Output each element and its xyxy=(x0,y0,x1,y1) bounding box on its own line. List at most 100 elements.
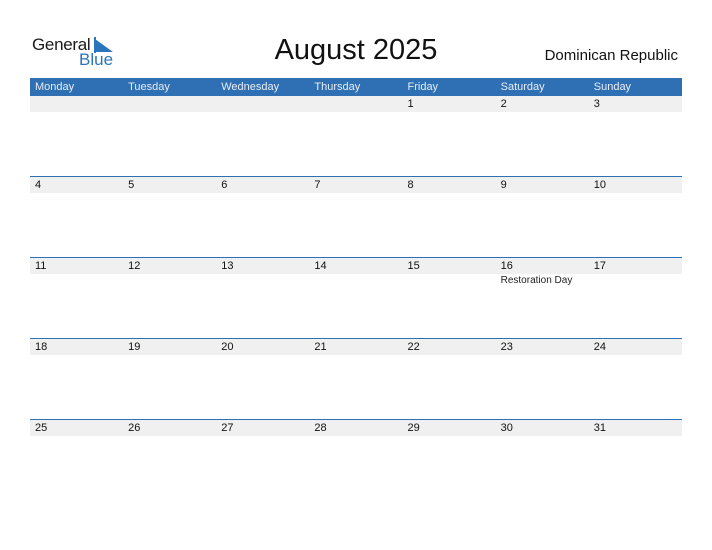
holiday-label xyxy=(30,112,123,113)
day-cell: 24 xyxy=(588,339,682,420)
holiday-label xyxy=(216,355,309,356)
week-row: 123 xyxy=(30,96,682,177)
day-number: 30 xyxy=(495,420,589,436)
day-cell: 14 xyxy=(309,258,403,339)
day-number: 17 xyxy=(588,258,682,274)
day-cell: 2 xyxy=(495,96,589,177)
day-cell: 27 xyxy=(216,420,310,501)
holiday-label xyxy=(123,112,216,113)
day-number: 31 xyxy=(588,420,682,436)
weekday-friday: Friday xyxy=(407,81,439,93)
holiday-label xyxy=(123,355,216,356)
holiday-label xyxy=(216,436,309,437)
holiday-label xyxy=(309,193,402,194)
day-number: 3 xyxy=(588,96,682,112)
day-cell: 22 xyxy=(402,339,496,420)
day-cell: 18 xyxy=(30,339,124,420)
holiday-label xyxy=(589,112,682,113)
holiday-label xyxy=(123,436,216,437)
holiday-label xyxy=(216,112,309,113)
day-number: 9 xyxy=(495,177,589,193)
day-number: 16 xyxy=(495,258,589,274)
day-cell: 17 xyxy=(588,258,682,339)
holiday-label xyxy=(216,193,309,194)
day-number: 21 xyxy=(309,339,403,355)
day-number: 22 xyxy=(402,339,496,355)
day-cell: 15 xyxy=(402,258,496,339)
holiday-label xyxy=(30,193,123,194)
holiday-label xyxy=(496,436,589,437)
day-number: 23 xyxy=(495,339,589,355)
day-cell xyxy=(123,96,217,177)
day-cell: 29 xyxy=(402,420,496,501)
holiday-label xyxy=(30,355,123,356)
week-row: 4 5 6 7 8 9 10 xyxy=(30,176,682,258)
holiday-label: Restoration Day xyxy=(500,275,573,286)
day-cell: 6 xyxy=(216,177,310,258)
holiday-label xyxy=(589,436,682,437)
day-cell: 13 xyxy=(216,258,310,339)
day-cell: 26 xyxy=(123,420,217,501)
holiday-label xyxy=(309,436,402,437)
day-cell: 4 xyxy=(30,177,124,258)
day-cell: 1 xyxy=(402,96,496,177)
day-number: 14 xyxy=(309,258,403,274)
day-number xyxy=(216,96,310,112)
week-row: 11 12 13 14 15 16 Restoration Day 17 xyxy=(30,257,682,339)
holiday-label xyxy=(216,274,309,275)
day-number: 20 xyxy=(216,339,310,355)
holiday-label xyxy=(123,193,216,194)
day-number: 29 xyxy=(402,420,496,436)
day-cell: 8 xyxy=(402,177,496,258)
holiday-label xyxy=(403,112,496,113)
week-row: 25 26 27 28 29 30 31 xyxy=(30,419,682,501)
day-number: 2 xyxy=(495,96,589,112)
day-number: 7 xyxy=(309,177,403,193)
day-number: 4 xyxy=(30,177,124,193)
day-number xyxy=(309,96,403,112)
day-number: 12 xyxy=(123,258,217,274)
day-cell: 12 xyxy=(123,258,217,339)
weekday-saturday: Saturday xyxy=(500,81,545,93)
day-cell xyxy=(30,96,124,177)
holiday-label xyxy=(309,355,402,356)
day-number: 27 xyxy=(216,420,310,436)
weekday-wednesday: Wednesday xyxy=(221,81,280,93)
holiday-label xyxy=(30,274,123,275)
day-number: 6 xyxy=(216,177,310,193)
day-cell: 19 xyxy=(123,339,217,420)
day-number: 10 xyxy=(588,177,682,193)
day-cell: 16 Restoration Day xyxy=(495,258,589,339)
day-number: 8 xyxy=(402,177,496,193)
day-cell: 3 xyxy=(588,96,682,177)
weekday-header: Monday Tuesday Wednesday Thursday Friday… xyxy=(30,78,682,96)
day-cell: 30 xyxy=(495,420,589,501)
day-number: 13 xyxy=(216,258,310,274)
holiday-label xyxy=(403,193,496,194)
day-cell xyxy=(309,96,403,177)
holiday-label xyxy=(309,112,402,113)
day-cell: 20 xyxy=(216,339,310,420)
weekday-monday: Monday xyxy=(35,81,75,93)
holiday-label xyxy=(589,355,682,356)
day-number: 15 xyxy=(402,258,496,274)
day-cell: 9 xyxy=(495,177,589,258)
holiday-label xyxy=(496,355,589,356)
day-number: 5 xyxy=(123,177,217,193)
day-cell: 7 xyxy=(309,177,403,258)
day-cell: 25 xyxy=(30,420,124,501)
day-number xyxy=(123,96,217,112)
weekday-tuesday: Tuesday xyxy=(128,81,170,93)
holiday-label xyxy=(589,193,682,194)
day-cell: 21 xyxy=(309,339,403,420)
holiday-label xyxy=(403,436,496,437)
day-cell xyxy=(216,96,310,177)
weekday-sunday: Sunday xyxy=(593,81,632,93)
day-number: 24 xyxy=(588,339,682,355)
holiday-label xyxy=(496,193,589,194)
day-number: 25 xyxy=(30,420,124,436)
day-number: 26 xyxy=(123,420,217,436)
day-number: 18 xyxy=(30,339,124,355)
day-cell: 10 xyxy=(588,177,682,258)
day-cell: 23 xyxy=(495,339,589,420)
